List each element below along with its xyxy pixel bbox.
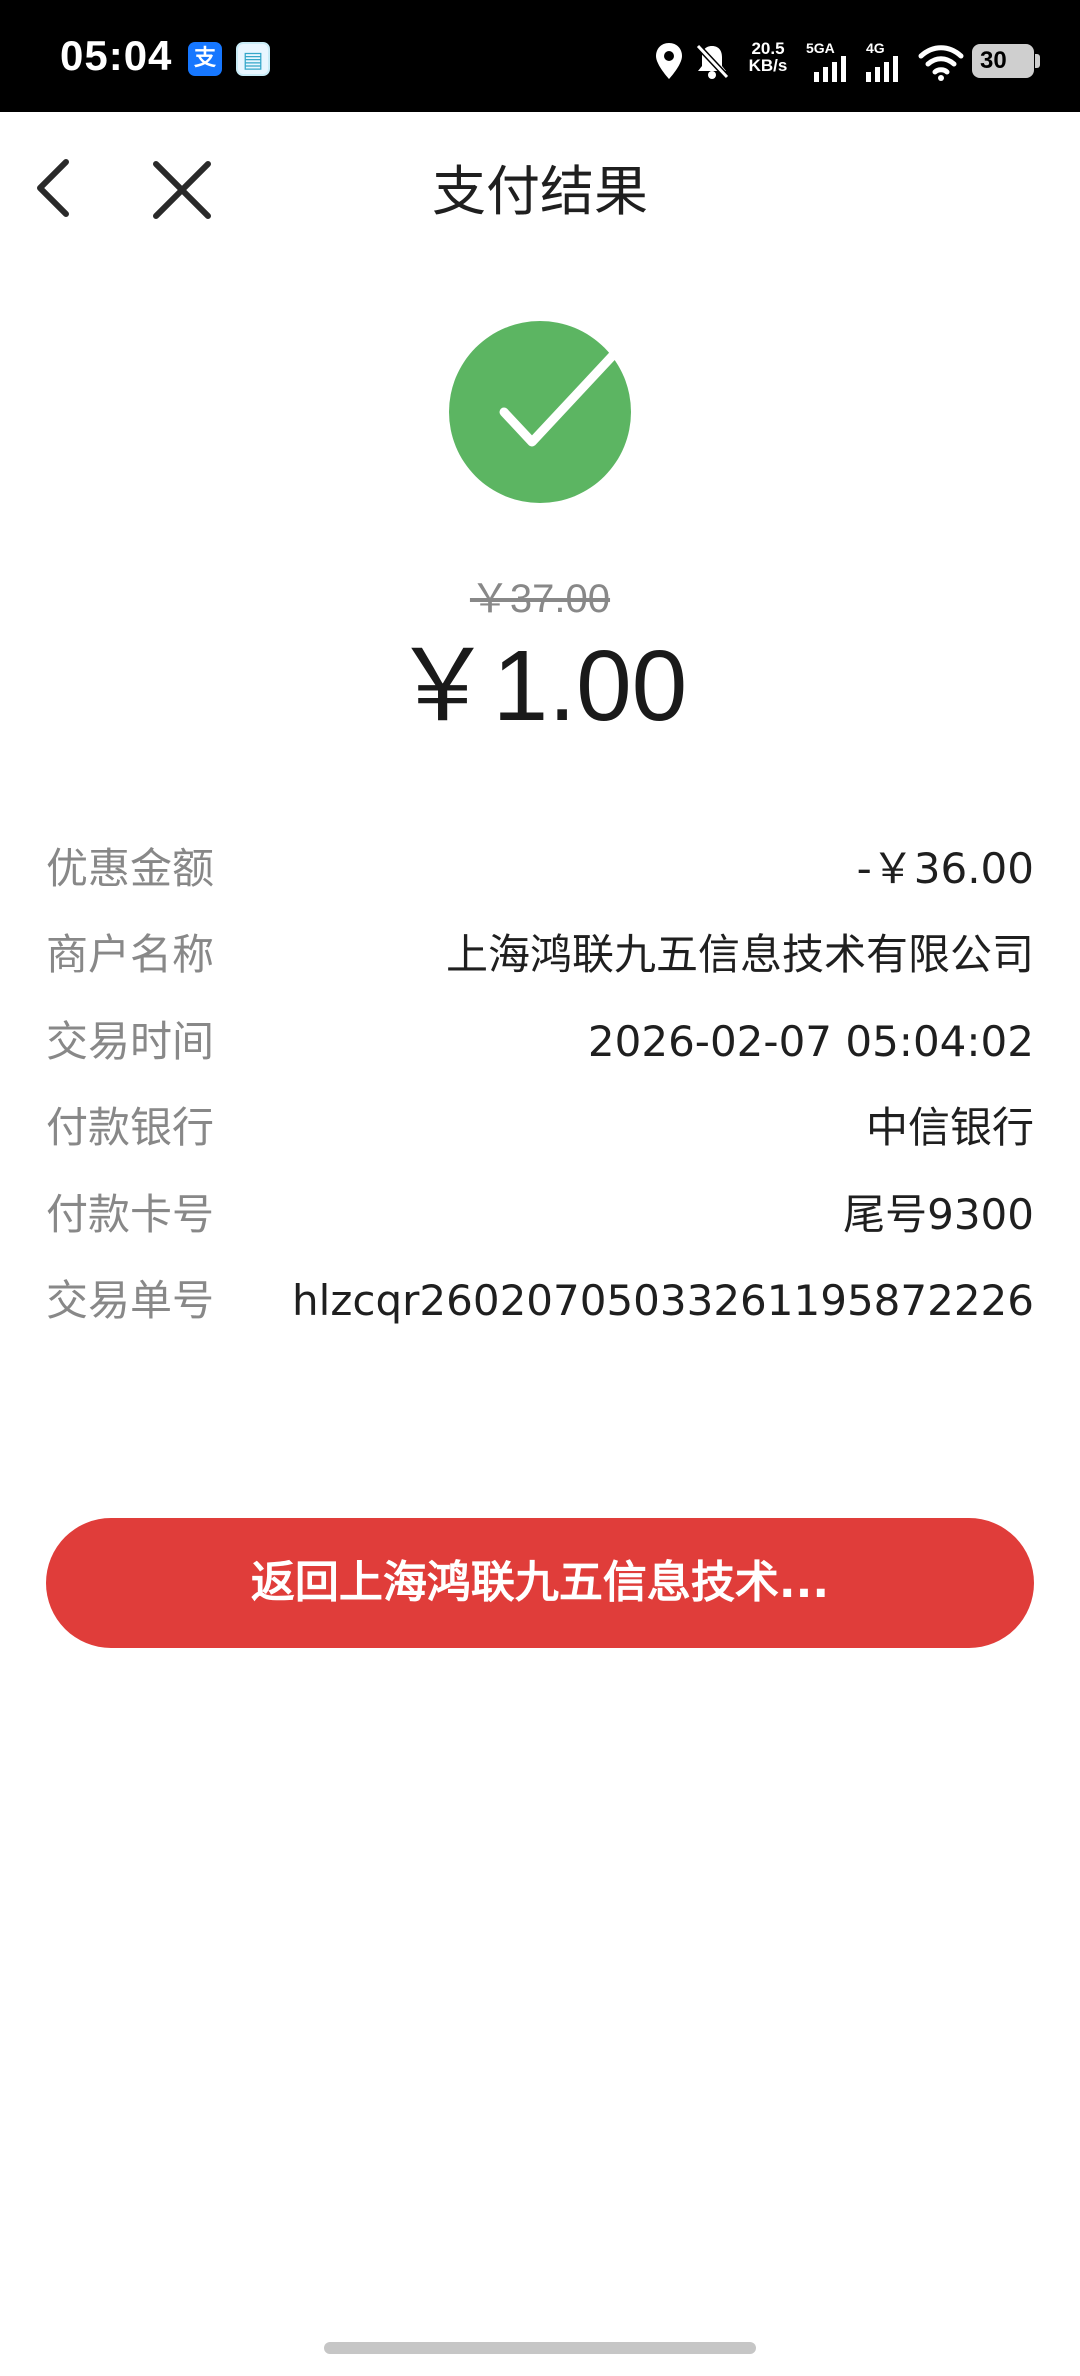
detail-row-bank: 付款银行 中信银行 [46, 1089, 1034, 1175]
payment-details: 优惠金额 -￥36.00 商户名称 上海鸿联九五信息技术有限公司 交易时间 20… [46, 830, 1034, 1348]
detail-value: 尾号9300 [843, 1189, 1034, 1239]
detail-value: -￥36.00 [856, 844, 1034, 893]
detail-row-time: 交易时间 2026-02-07 05:04:02 [46, 1003, 1034, 1089]
return-to-merchant-button[interactable]: 返回上海鸿联九五信息技术... [46, 1518, 1034, 1648]
detail-label: 交易时间 [46, 1016, 215, 1066]
signal-icon [866, 56, 898, 82]
original-amount: ￥37.00 [469, 577, 611, 621]
detail-value: 中信银行 [865, 1103, 1034, 1153]
detail-label: 付款银行 [46, 1103, 215, 1153]
status-time: 05:04 [60, 32, 173, 79]
sim2-label: 4G [866, 40, 885, 56]
bell-muted-icon [695, 43, 730, 80]
home-indicator[interactable] [324, 2342, 756, 2354]
detail-row-card: 付款卡号 尾号9300 [46, 1176, 1034, 1262]
signal-icon [814, 56, 846, 82]
net-speed-value: 20.5 [751, 39, 785, 58]
detail-row-discount: 优惠金额 -￥36.00 [46, 830, 1034, 916]
battery-cap [1035, 54, 1040, 68]
close-icon [153, 161, 211, 219]
detail-label: 交易单号 [46, 1275, 215, 1325]
status-icons: 20.5 KB/s 5GA 4G 30 [654, 30, 1044, 90]
location-icon [656, 43, 682, 79]
check-circle-icon [449, 321, 631, 503]
wifi-icon [918, 45, 964, 81]
detail-value: 上海鸿联九五信息技术有限公司 [445, 930, 1034, 980]
detail-label: 商户名称 [46, 930, 215, 980]
detail-label: 付款卡号 [46, 1189, 215, 1239]
back-button[interactable] [28, 152, 84, 224]
net-speed: 20.5 KB/s [740, 40, 796, 74]
detail-value: 2026-02-07 05:04:02 [587, 1016, 1034, 1066]
detail-label: 优惠金额 [46, 844, 215, 893]
close-button[interactable] [148, 156, 216, 224]
detail-row-merchant: 商户名称 上海鸿联九五信息技术有限公司 [46, 916, 1034, 1002]
detail-row-order-no: 交易单号 hlzcqr26020705033261195872226 [46, 1262, 1034, 1348]
sim1-label: 5GA [806, 40, 835, 56]
app-notification-icon: ▤ [236, 42, 270, 76]
detail-value: hlzcqr26020705033261195872226 [292, 1275, 1034, 1325]
battery-icon: 30 [972, 44, 1034, 78]
net-speed-unit: KB/s [748, 56, 788, 75]
chevron-left-icon [37, 159, 69, 217]
status-bar: 05:04 支 ▤ 20.5 KB/s 5GA 4G 30 [0, 0, 1080, 112]
paid-amount: ￥1.00 [392, 630, 688, 742]
alipay-notification-icon: 支 [188, 42, 222, 76]
